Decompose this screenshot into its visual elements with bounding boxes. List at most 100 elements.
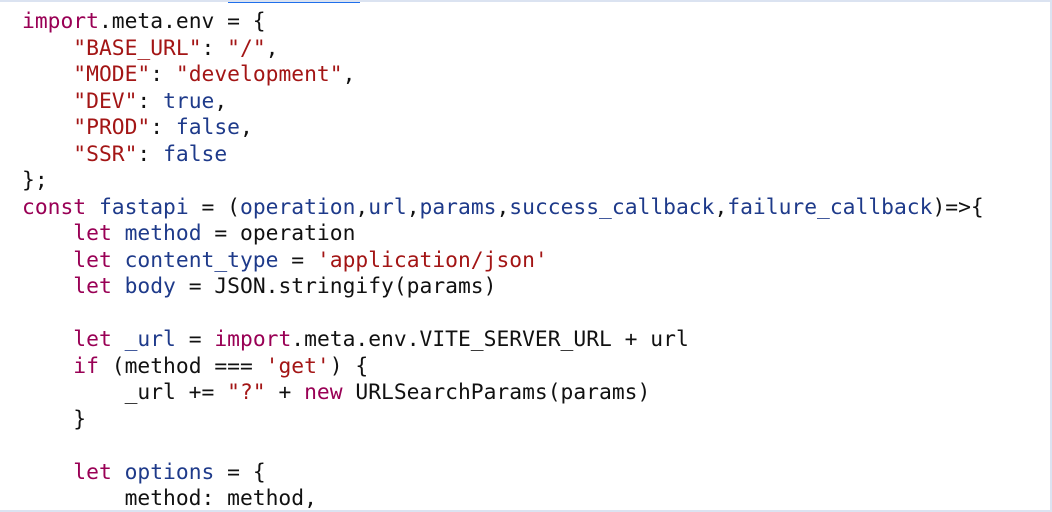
code-line: }; [22,168,984,195]
text-token: : [201,35,228,61]
keyword-token: let [73,247,112,273]
keyword-token: if [73,353,99,379]
text-token: )=>{ [932,194,984,220]
text-token: + [265,380,305,405]
keyword-token: import [214,327,292,352]
keyword-token: let [73,221,112,246]
text-token: _url += [22,380,228,405]
text-token: } [22,406,87,432]
code-line: let method = operation [22,221,984,248]
string-token: "SSR" [73,141,138,167]
text-token: = { [214,459,266,485]
text-token: .meta.env.VITE_SERVER_URL + url [291,327,689,352]
identifier-token: failure_callback [727,194,933,220]
text-token: = [278,247,317,273]
text-token: = JSON.stringify(params) [175,274,497,299]
keyword-token: const [22,194,87,220]
identifier-token: params [419,194,497,220]
text-token: , [342,62,356,87]
code-line: "MODE": "development", [22,62,984,89]
string-token: "PROD" [73,115,151,140]
code-line: const fastapi = (operation,url,params,su… [22,195,984,222]
text-token: , [265,35,279,61]
identifier-token: false [163,141,228,167]
code-block[interactable]: import.meta.env = { "BASE_URL": "/", "MO… [22,9,984,511]
identifier-token: url [368,194,407,220]
text-token: , [496,194,510,220]
text-token: , [406,194,420,220]
code-line: "BASE_URL": "/", [22,36,984,63]
identifier-token: fastapi [98,194,189,220]
code-line: if (method === 'get') { [22,354,984,381]
identifier-token: false [175,115,240,140]
text-token: method: method, [22,486,317,511]
identifier-token: options [124,459,215,485]
text-token: = operation [201,221,356,246]
identifier-token: method [124,221,202,246]
text-token: ) { [329,353,369,379]
code-line: "SSR": false [22,142,984,169]
string-token: "BASE_URL" [73,35,202,61]
identifier-token: success_callback [509,194,715,220]
text-token: : [137,141,164,167]
text-token: : [150,115,176,140]
code-line: let options = { [22,460,984,487]
keyword-token: let [73,327,112,352]
code-line: "PROD": false, [22,115,984,142]
code-line: _url += "?" + new URLSearchParams(params… [22,380,984,407]
identifier-token: content_type [124,247,279,273]
code-viewer: import.meta.env = { "BASE_URL": "/", "MO… [0,0,1052,512]
string-token: "development" [175,62,343,87]
text-token: .meta.env = { [98,9,266,34]
text-token: : [150,62,176,87]
keyword-token: import [22,9,99,34]
text-token: , [714,194,728,220]
identifier-token: operation [240,194,356,220]
code-line: let content_type = 'application/json' [22,248,984,275]
keyword-token: let [73,274,112,299]
code-line: "DEV": true, [22,89,984,116]
code-line: } [22,407,984,434]
string-token: "MODE" [73,62,151,87]
identifier-token: body [124,274,176,299]
string-token: "/" [227,35,266,61]
text-token: URLSearchParams(params) [342,380,651,405]
string-token: "DEV" [73,88,138,114]
text-token: , [214,88,228,114]
code-line: let _url = import.meta.env.VITE_SERVER_U… [22,327,984,354]
keyword-token: new [304,380,343,405]
code-line: method: method, [22,486,984,511]
string-token: 'application/json' [316,247,548,273]
text-token: (method === [98,353,266,379]
active-tab-indicator [228,2,360,3]
identifier-token: true [163,88,215,114]
keyword-token: let [73,459,112,485]
text-token: , [355,194,369,220]
identifier-token: _url [124,327,176,352]
text-token: = ( [188,194,240,220]
string-token: 'get' [265,353,330,379]
text-token: }; [22,168,48,193]
code-line: import.meta.env = { [22,9,984,36]
string-token: "?" [227,380,266,405]
text-token: : [137,88,164,114]
text-token: = [175,327,215,352]
